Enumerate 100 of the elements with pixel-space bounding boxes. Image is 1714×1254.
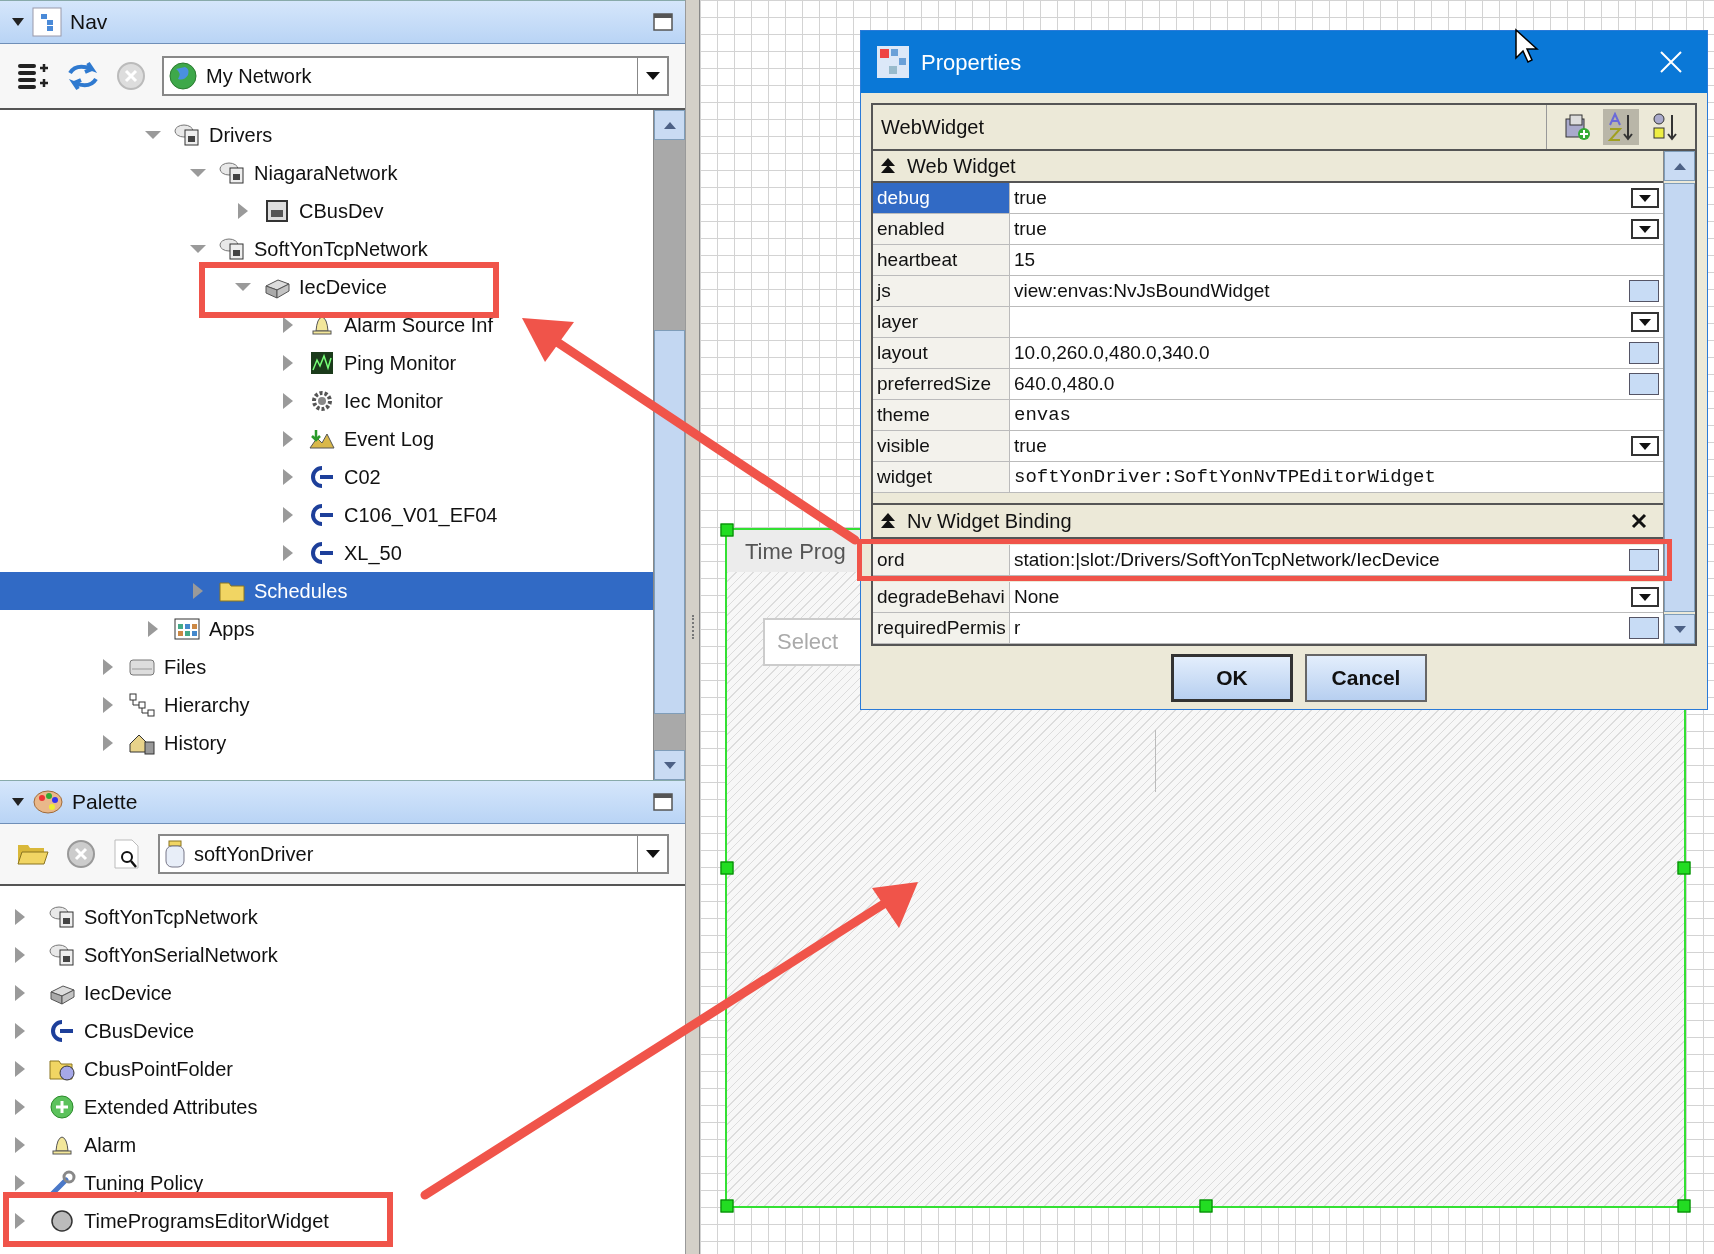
tree-item[interactable]: Files bbox=[0, 648, 653, 686]
maximize-icon[interactable] bbox=[653, 793, 673, 811]
resize-handle[interactable] bbox=[720, 523, 734, 537]
dropdown-button[interactable] bbox=[1631, 219, 1659, 239]
hierarchy-icon bbox=[128, 692, 156, 718]
property-value[interactable]: softYonDriver:SoftYonNvTPEditorWidget bbox=[1014, 462, 1659, 492]
property-value[interactable]: envas bbox=[1014, 400, 1659, 430]
close-icon[interactable] bbox=[1631, 513, 1647, 529]
property-name[interactable]: layer bbox=[873, 307, 1010, 337]
pane-title: Nav bbox=[70, 9, 108, 36]
tree-item[interactable]: NiagaraNetwork bbox=[0, 154, 653, 192]
palette-item[interactable]: CbusPointFolder bbox=[0, 1050, 685, 1088]
palette-item[interactable]: CBusDevice bbox=[0, 1012, 685, 1050]
palette-item[interactable]: Alarm bbox=[0, 1126, 685, 1164]
property-name[interactable]: requiredPermis bbox=[873, 613, 1010, 643]
search-icon[interactable] bbox=[112, 838, 142, 870]
resize-handle[interactable] bbox=[1677, 861, 1691, 875]
dropdown-button[interactable] bbox=[1631, 587, 1659, 607]
caret-icon[interactable] bbox=[12, 798, 24, 806]
property-value[interactable]: true bbox=[1014, 214, 1623, 244]
property-name[interactable]: heartbeat bbox=[873, 245, 1010, 275]
resize-handle[interactable] bbox=[1199, 1199, 1212, 1213]
cursor-icon bbox=[1514, 28, 1540, 64]
tree-item[interactable]: Schedules bbox=[0, 572, 653, 610]
property-value[interactable]: view:envas:NvJsBoundWidget bbox=[1014, 276, 1621, 306]
property-value[interactable]: None bbox=[1014, 582, 1623, 612]
property-value[interactable]: true bbox=[1014, 183, 1623, 213]
scrollbar[interactable] bbox=[653, 110, 685, 780]
dialog-button[interactable]: Cancel bbox=[1305, 653, 1427, 702]
resize-handle[interactable] bbox=[1677, 1199, 1691, 1213]
stop-icon[interactable] bbox=[66, 839, 96, 869]
dialog-title: Properties bbox=[921, 48, 1022, 77]
palette-item[interactable]: Extended Attributes bbox=[0, 1088, 685, 1126]
tree-item[interactable]: Apps bbox=[0, 610, 653, 648]
collapse-icon[interactable] bbox=[881, 158, 895, 174]
tree-item[interactable]: Alarm Source Inf bbox=[0, 306, 653, 344]
dropdown-arrow-icon bbox=[1639, 318, 1651, 326]
property-name[interactable]: theme bbox=[873, 400, 1010, 430]
dropdown-button[interactable] bbox=[1631, 188, 1659, 208]
tree-item[interactable]: IecDevice bbox=[0, 268, 653, 306]
property-value[interactable]: station:|slot:/Drivers/SoftYonTcpNetwork/IecDevice bbox=[1014, 545, 1621, 575]
tree-item[interactable]: C106_V01_EF04 bbox=[0, 496, 653, 534]
property-name[interactable]: preferredSize bbox=[873, 369, 1010, 399]
property-name[interactable]: widget bbox=[873, 462, 1010, 492]
collapse-icon[interactable] bbox=[881, 513, 895, 529]
palette-item[interactable]: SoftYonSerialNetwork bbox=[0, 936, 685, 974]
property-value[interactable]: 10.0,260.0,480.0,340.0 bbox=[1014, 338, 1621, 368]
palette-item[interactable]: IecDevice bbox=[0, 974, 685, 1012]
edit-button[interactable] bbox=[1629, 617, 1659, 639]
jar-icon bbox=[164, 839, 186, 869]
property-value[interactable]: 15 bbox=[1014, 245, 1659, 275]
property-name[interactable]: debug bbox=[873, 183, 1010, 213]
app-icon bbox=[877, 46, 909, 78]
property-value[interactable]: r bbox=[1014, 613, 1621, 643]
property-name[interactable]: degradeBehavi bbox=[873, 582, 1010, 612]
device-icon bbox=[263, 198, 291, 224]
widget-title: Time Prog bbox=[745, 537, 846, 566]
scrollbar[interactable] bbox=[1663, 151, 1695, 644]
property-name[interactable]: js bbox=[873, 276, 1010, 306]
scroll-up-icon[interactable] bbox=[663, 121, 676, 129]
stop-icon[interactable] bbox=[116, 61, 146, 91]
tree-item[interactable]: History bbox=[0, 724, 653, 762]
location-dropdown[interactable]: My Network bbox=[162, 56, 669, 96]
resize-handle[interactable] bbox=[720, 1199, 734, 1213]
module-dropdown[interactable]: softYonDriver bbox=[158, 834, 669, 874]
property-name[interactable]: visible bbox=[873, 431, 1010, 461]
maximize-icon[interactable] bbox=[653, 13, 673, 31]
palette-item[interactable]: SoftYonTcpNetwork bbox=[0, 898, 685, 936]
edit-button[interactable] bbox=[1629, 342, 1659, 364]
palette-item[interactable]: Tuning Policy bbox=[0, 1164, 685, 1202]
scroll-down-icon[interactable] bbox=[1673, 625, 1686, 633]
tree-item[interactable]: C02 bbox=[0, 458, 653, 496]
globe-icon bbox=[168, 61, 198, 91]
property-value[interactable]: true bbox=[1014, 431, 1623, 461]
edit-button[interactable] bbox=[1629, 373, 1659, 395]
scroll-up-icon[interactable] bbox=[1673, 162, 1686, 170]
edit-button[interactable] bbox=[1629, 280, 1659, 302]
dropdown-button[interactable] bbox=[1631, 436, 1659, 456]
property-value[interactable]: 640.0,480.0 bbox=[1014, 369, 1621, 399]
dropdown-button[interactable] bbox=[1631, 312, 1659, 332]
property-name[interactable]: layout bbox=[873, 338, 1010, 368]
palette-item[interactable]: TimeProgramsEditorWidget bbox=[0, 1202, 685, 1240]
tree-item[interactable]: Ping Monitor bbox=[0, 344, 653, 382]
scroll-down-icon[interactable] bbox=[663, 761, 676, 769]
tree-item[interactable]: SoftYonTcpNetwork bbox=[0, 230, 653, 268]
caret-icon[interactable] bbox=[12, 18, 24, 26]
resize-handle[interactable] bbox=[720, 861, 734, 875]
tree-item[interactable]: Hierarchy bbox=[0, 686, 653, 724]
toolbar-button[interactable] bbox=[1603, 109, 1639, 145]
property-name[interactable]: enabled bbox=[873, 214, 1010, 244]
sync-icon[interactable] bbox=[66, 61, 100, 91]
tree-item[interactable]: XL_50 bbox=[0, 534, 653, 572]
dialog-button[interactable]: OK bbox=[1171, 653, 1293, 702]
tree-item[interactable]: Event Log bbox=[0, 420, 653, 458]
tree-item[interactable]: CBusDev bbox=[0, 192, 653, 230]
tree-item[interactable]: Iec Monitor bbox=[0, 382, 653, 420]
edit-button[interactable] bbox=[1629, 549, 1659, 571]
tree-item[interactable]: Drivers bbox=[0, 116, 653, 154]
list-icon[interactable] bbox=[16, 61, 50, 91]
property-name[interactable]: ord bbox=[873, 545, 1010, 575]
